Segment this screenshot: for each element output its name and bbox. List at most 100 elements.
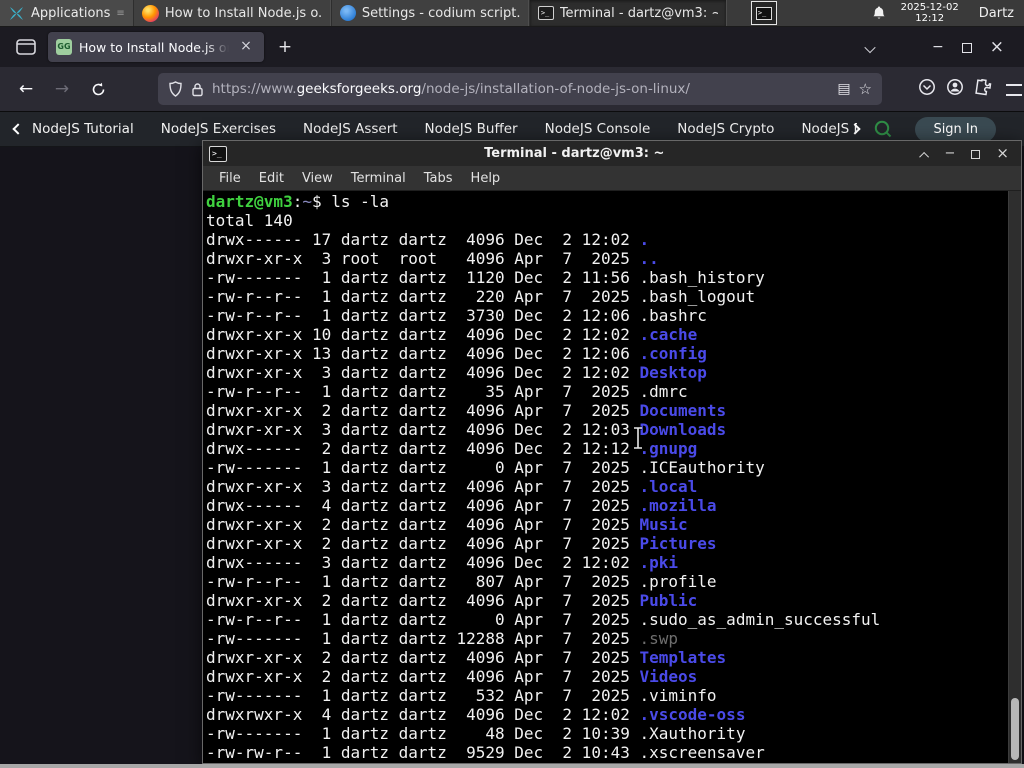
bookmark-star-icon[interactable]: ☆ xyxy=(859,80,872,98)
terminal-window-controls: − × xyxy=(918,144,1015,163)
browser-tab-active[interactable]: GG How to Install Node.js on × xyxy=(48,32,264,62)
toolbar-icons xyxy=(918,78,1014,100)
taskbar-button-label: How to Install Node.js o... xyxy=(164,5,322,21)
terminal-title: Terminal - dartz@vm3: ~ xyxy=(484,146,665,161)
terminal-scrollbar[interactable] xyxy=(1008,191,1021,763)
terminal-menu-view[interactable]: View xyxy=(294,169,341,188)
navigation-toolbar: ← → https://www.geeksforgeeks.org/node-j… xyxy=(0,67,1024,112)
terminal-listing-row: drwxr-xr-x 3 dartz dartz 4096 Dec 2 12:0… xyxy=(206,363,707,382)
nav-scroll-left-icon[interactable] xyxy=(12,123,24,135)
applications-label: Applications xyxy=(31,5,111,21)
taskbar-button-firefox[interactable]: How to Install Node.js o... xyxy=(132,0,331,26)
navbar-item[interactable]: NodeJS Crypto xyxy=(677,121,774,137)
panel-indicators: 2025-12-02 12:12 Dartz xyxy=(871,0,1024,26)
terminal-listing-row: drwxr-xr-x 2 dartz dartz 4096 Apr 7 2025… xyxy=(206,515,688,534)
close-button[interactable]: × xyxy=(996,146,1009,161)
top-panel: Applications ≡ How to Install Node.js o.… xyxy=(0,0,1024,27)
minimize-button[interactable]: − xyxy=(932,39,944,55)
terminal-listing-row: -rw------- 1 dartz dartz 12288 Apr 7 202… xyxy=(206,629,679,648)
new-tab-button[interactable]: + xyxy=(270,34,300,60)
terminal-listing-row: drwxr-xr-x 13 dartz dartz 4096 Dec 2 12:… xyxy=(206,344,707,363)
scrollbar-thumb[interactable] xyxy=(1011,698,1019,760)
terminal-menu-terminal[interactable]: Terminal xyxy=(343,169,414,188)
url-text: https://www.geeksforgeeks.org/node-js/in… xyxy=(212,81,690,97)
terminal-listing-row: drwx------ 17 dartz dartz 4096 Dec 2 12:… xyxy=(206,230,650,249)
firefox-view-button[interactable] xyxy=(10,34,42,60)
terminal-listing-row: -rw-r--r-- 1 dartz dartz 220 Apr 7 2025 … xyxy=(206,287,756,306)
terminal-listing-row: drwxrwxr-x 4 dartz dartz 4096 Dec 2 12:0… xyxy=(206,705,746,724)
terminal-prompt-line: dartz@vm3:~$ ls -la xyxy=(206,192,390,211)
terminal-listing-row: drwxr-xr-x 2 dartz dartz 4096 Apr 7 2025… xyxy=(206,591,698,610)
terminal-listing-row: drwx------ 2 dartz dartz 4096 Dec 2 12:1… xyxy=(206,439,698,458)
terminal-listing-row: drwxr-xr-x 2 dartz dartz 4096 Apr 7 2025… xyxy=(206,401,727,420)
terminal-listing-row: drwxr-xr-x 10 dartz dartz 4096 Dec 2 12:… xyxy=(206,325,698,344)
terminal-menu-help[interactable]: Help xyxy=(463,169,509,188)
terminal-listing-row: -rw------- 1 dartz dartz 48 Dec 2 10:39 … xyxy=(206,724,746,743)
terminal-listing-row: -rw-r--r-- 1 dartz dartz 0 Apr 7 2025 .s… xyxy=(206,610,881,629)
pocket-icon[interactable] xyxy=(918,78,936,100)
terminal-icon: >_ xyxy=(537,6,554,20)
navbar-item[interactable]: NodeJS Console xyxy=(545,121,651,137)
terminal-total-line: total 140 xyxy=(206,211,293,230)
terminal-listing-row: drwxr-xr-x 2 dartz dartz 4096 Apr 7 2025… xyxy=(206,534,717,553)
extensions-icon[interactable] xyxy=(974,78,992,100)
maximize-button[interactable] xyxy=(961,38,972,57)
terminal-listing-row: -rw-rw-r-- 1 dartz dartz 9529 Dec 2 10:4… xyxy=(206,743,765,762)
notification-bell-icon[interactable] xyxy=(871,5,887,21)
username-label: Dartz xyxy=(978,5,1014,21)
navbar-item[interactable]: NodeJS Tutorial xyxy=(32,121,134,137)
tray-terminal-icon[interactable]: >_ xyxy=(750,1,777,25)
terminal-listing-row: -rw------- 1 dartz dartz 532 Apr 7 2025 … xyxy=(206,686,717,705)
maximize-button[interactable] xyxy=(971,144,981,163)
shade-button[interactable] xyxy=(918,144,929,163)
terminal-listing-row: drwx------ 4 dartz dartz 4096 Apr 7 2025… xyxy=(206,496,717,515)
taskbar-button-terminal[interactable]: >_ Terminal - dartz@vm3: ~ xyxy=(528,0,727,26)
reload-button[interactable] xyxy=(82,74,114,104)
taskbar-button-vscodium[interactable]: Settings - codium script... xyxy=(330,0,529,26)
clock-date: 2025-12-02 xyxy=(900,2,959,13)
desktop: Applications ≡ How to Install Node.js o.… xyxy=(0,0,1024,768)
terminal-listing-row: -rw-r--r-- 1 dartz dartz 807 Apr 7 2025 … xyxy=(206,572,717,591)
geeksforgeeks-favicon: GG xyxy=(56,39,72,55)
search-icon[interactable] xyxy=(873,119,893,139)
terminal-listing-row: -rw-r--r-- 1 dartz dartz 35 Apr 7 2025 .… xyxy=(206,382,688,401)
terminal-listing-row: drwx------ 3 dartz dartz 4096 Dec 2 12:0… xyxy=(206,553,679,572)
taskbar-button-label: Settings - codium script... xyxy=(361,5,520,21)
terminal-body: dartz@vm3:~$ ls -la total 140 drwx------ 1… xyxy=(203,191,1021,763)
terminal-listing-row: -rw------- 1 dartz dartz 1120 Dec 2 11:5… xyxy=(206,268,765,287)
back-button[interactable]: ← xyxy=(10,74,42,104)
lock-icon[interactable] xyxy=(191,82,204,97)
forward-button[interactable]: → xyxy=(46,74,78,104)
terminal-content[interactable]: dartz@vm3:~$ ls -la total 140 drwx------ 1… xyxy=(203,191,1008,763)
terminal-menu-tabs[interactable]: Tabs xyxy=(416,169,461,188)
shield-icon[interactable] xyxy=(168,81,183,97)
url-bar[interactable]: https://www.geeksforgeeks.org/node-js/in… xyxy=(158,73,882,105)
tab-close-icon[interactable]: × xyxy=(236,37,256,57)
navbar-item[interactable]: NodeJS Assert xyxy=(303,121,398,137)
list-tabs-chevron-icon[interactable] xyxy=(864,38,876,57)
account-icon[interactable] xyxy=(946,78,964,100)
terminal-listing-row: drwxr-xr-x 3 dartz dartz 4096 Apr 7 2025… xyxy=(206,477,698,496)
terminal-menu-edit[interactable]: Edit xyxy=(251,169,292,188)
firefox-icon xyxy=(141,4,159,22)
tab-bar: GG How to Install Node.js on × + − × xyxy=(0,27,1024,67)
navbar-item[interactable]: NodeJS Buffer xyxy=(425,121,518,137)
terminal-menu-file[interactable]: File xyxy=(211,169,249,188)
tab-title: How to Install Node.js on xyxy=(79,39,229,55)
minimize-button[interactable]: − xyxy=(945,147,956,160)
distro-logo-icon xyxy=(8,5,25,22)
terminal-menubar: File Edit View Terminal Tabs Help xyxy=(203,166,1021,191)
terminal-listing-row: drwxr-xr-x 2 dartz dartz 4096 Apr 7 2025… xyxy=(206,648,727,667)
navbar-item[interactable]: NodeJS Exercises xyxy=(161,121,276,137)
applications-menu[interactable]: Applications ≡ xyxy=(0,0,133,26)
window-controls: − × xyxy=(864,37,1018,57)
terminal-listing-row: drwxr-xr-x 2 dartz dartz 4096 Apr 7 2025… xyxy=(206,667,698,686)
system-tray: >_ xyxy=(750,0,777,26)
reader-view-icon[interactable]: ▤ xyxy=(837,81,850,97)
navbar-items: NodeJS Tutorial NodeJS Exercises NodeJS As… xyxy=(32,121,857,137)
clock[interactable]: 2025-12-02 12:12 xyxy=(901,2,959,24)
close-button[interactable]: × xyxy=(990,37,1004,57)
terminal-icon: >_ xyxy=(209,145,227,162)
terminal-titlebar[interactable]: >_ Terminal - dartz@vm3: ~ − × xyxy=(203,141,1021,166)
sign-in-button[interactable]: Sign In xyxy=(915,116,996,142)
